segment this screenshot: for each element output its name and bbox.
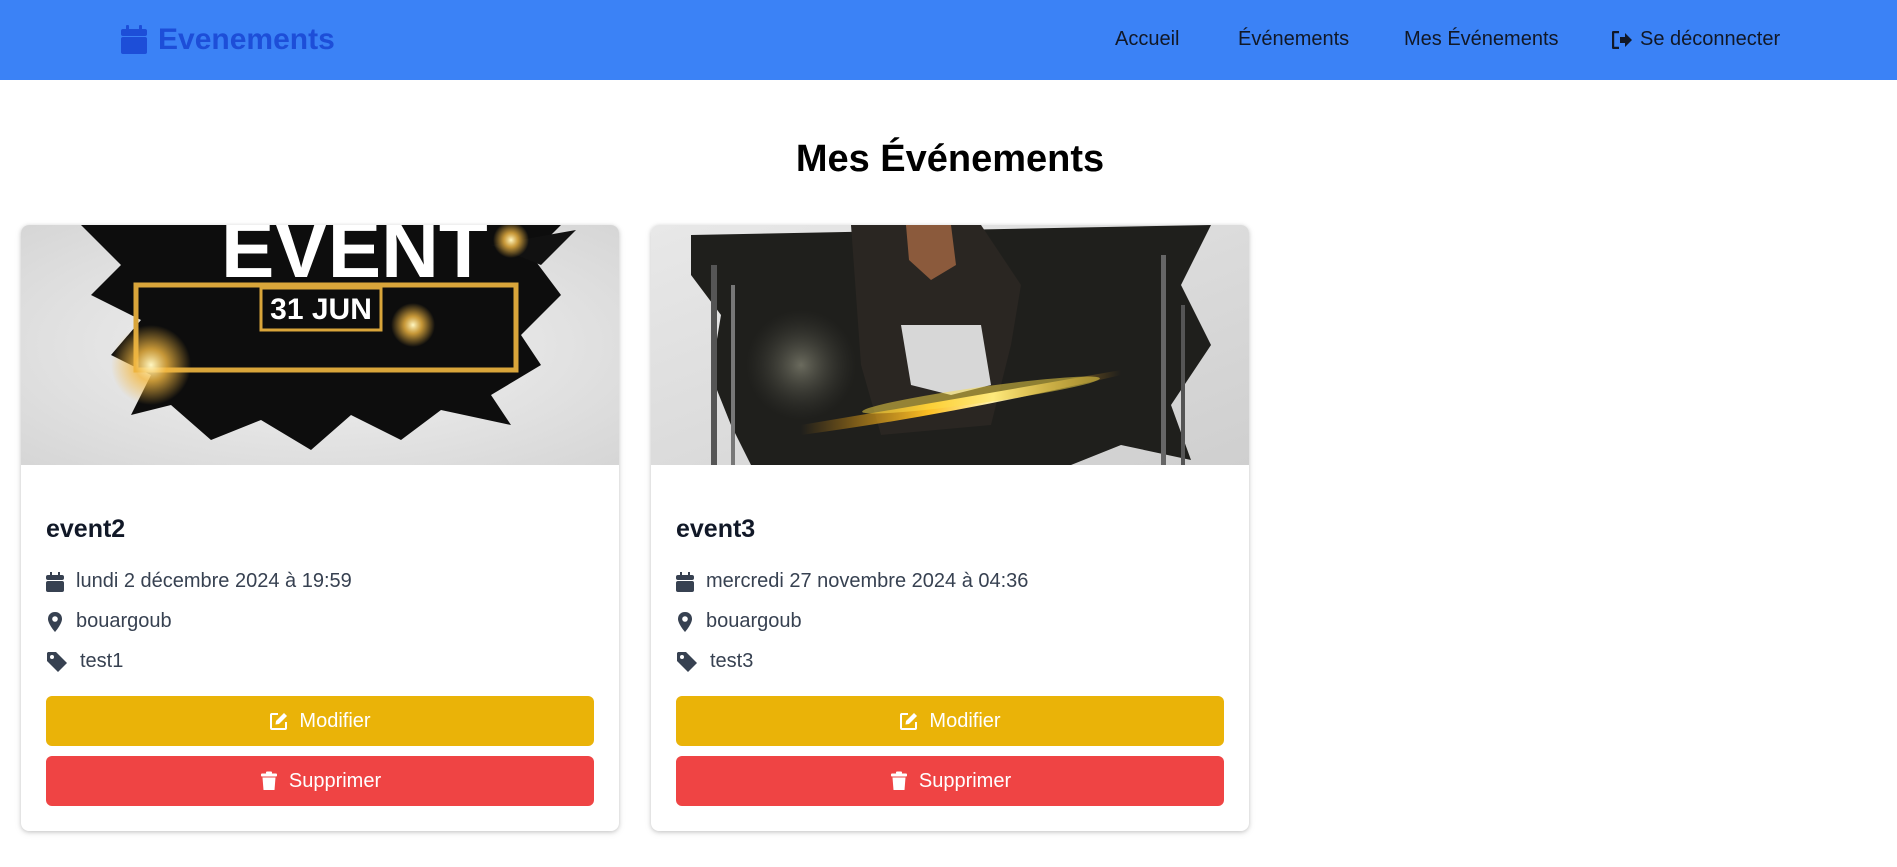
event-location-text: bouargoub: [706, 610, 802, 632]
edit-icon: [900, 713, 918, 730]
calendar-icon: [46, 571, 64, 592]
brand-label: Evenements: [158, 23, 335, 56]
event-card: event3 mercredi 27 novembre 2024 à 04:36…: [651, 225, 1249, 831]
nav-link-evenements[interactable]: Événements: [1238, 28, 1349, 51]
edit-button-label: Modifier: [299, 709, 371, 732]
brand[interactable]: Evenements: [120, 22, 335, 58]
event-date: lundi 2 décembre 2024 à 19:59: [46, 570, 352, 593]
event-date-text: mercredi 27 novembre 2024 à 04:36: [706, 570, 1029, 592]
trash-icon: [260, 771, 277, 790]
nav-link-mes-evenements[interactable]: Mes Événements: [1404, 28, 1559, 51]
event-location-text: bouargoub: [76, 610, 172, 632]
event-poster-image: 31 JUN EVENT: [21, 225, 619, 465]
edit-button[interactable]: Modifier: [676, 696, 1224, 746]
logout-link[interactable]: Se déconnecter: [1612, 28, 1780, 51]
tag-icon: [677, 651, 697, 672]
delete-button-label: Supprimer: [288, 769, 382, 792]
event-category: test1: [46, 650, 123, 673]
event-poster-image: [651, 225, 1249, 465]
sign-out-icon: [1612, 30, 1632, 49]
event-date-text: lundi 2 décembre 2024 à 19:59: [76, 570, 352, 592]
page-title: Mes Événements: [795, 138, 1105, 180]
event-category: test3: [676, 650, 753, 673]
logout-label: Se déconnecter: [1640, 28, 1781, 50]
event-category-text: test3: [710, 650, 754, 672]
event-location: bouargoub: [46, 610, 172, 633]
delete-button[interactable]: Supprimer: [46, 756, 594, 806]
nav-link-accueil[interactable]: Accueil: [1115, 28, 1179, 51]
map-marker-icon: [48, 611, 62, 632]
poster-title-text: EVENT: [221, 225, 488, 294]
event-location: bouargoub: [676, 610, 802, 633]
delete-button[interactable]: Supprimer: [676, 756, 1224, 806]
tag-icon: [47, 651, 67, 672]
event-title: event3: [676, 515, 756, 543]
event-category-text: test1: [80, 650, 124, 672]
calendar-icon: [121, 25, 147, 54]
event-image: [651, 225, 1249, 465]
event-date: mercredi 27 novembre 2024 à 04:36: [676, 570, 1028, 593]
event-image: 31 JUN EVENT: [21, 225, 619, 465]
navbar: Evenements Accueil Événements Mes Événem…: [0, 0, 1897, 80]
event-card: 31 JUN EVENT event2 lundi 2 décembre 202…: [21, 225, 619, 831]
edit-button-label: Modifier: [929, 709, 1001, 732]
map-marker-icon: [678, 611, 692, 632]
event-title: event2: [46, 515, 126, 543]
poster-date-text: 31 JUN: [270, 293, 372, 326]
edit-icon: [270, 713, 288, 730]
trash-icon: [890, 771, 907, 790]
calendar-icon: [676, 571, 694, 592]
delete-button-label: Supprimer: [918, 769, 1012, 792]
edit-button[interactable]: Modifier: [46, 696, 594, 746]
